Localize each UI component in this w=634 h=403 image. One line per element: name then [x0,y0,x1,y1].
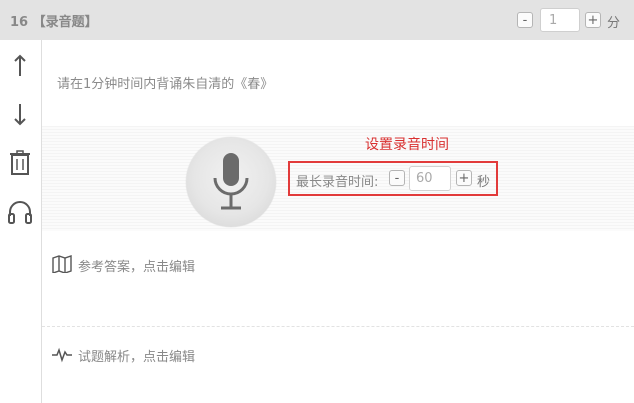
map-icon [52,255,72,277]
trash-icon[interactable] [8,149,32,177]
score-input[interactable] [540,8,580,32]
pulse-icon [52,345,72,367]
record-button[interactable] [186,137,276,227]
arrow-down-icon[interactable] [8,100,32,128]
section-divider [42,326,634,327]
score-unit: 分 [607,16,621,31]
duration-unit: 秒 [477,175,491,190]
analysis-label: 试题解析，点击编辑 [78,350,196,365]
score-decrement-button[interactable]: - [517,12,533,28]
question-title: 16 【录音题】 [10,15,98,30]
duration-decrement-button[interactable]: - [389,170,405,186]
question-header: 16 【录音题】 - + 分 [0,0,634,40]
reference-answer-label: 参考答案，点击编辑 [78,260,196,275]
max-duration-label: 最长录音时间: [296,175,379,190]
arrow-up-icon[interactable] [8,52,32,80]
duration-increment-button[interactable]: + [456,170,472,186]
question-toolbar [0,40,42,403]
annotation-label: 设置录音时间 [365,137,449,153]
duration-input[interactable] [409,166,451,191]
microphone-icon [213,153,249,210]
question-prompt[interactable]: 请在1分钟时间内背诵朱自清的《春》 [57,73,273,92]
headphones-icon[interactable] [6,198,34,226]
score-increment-button[interactable]: + [585,12,601,28]
